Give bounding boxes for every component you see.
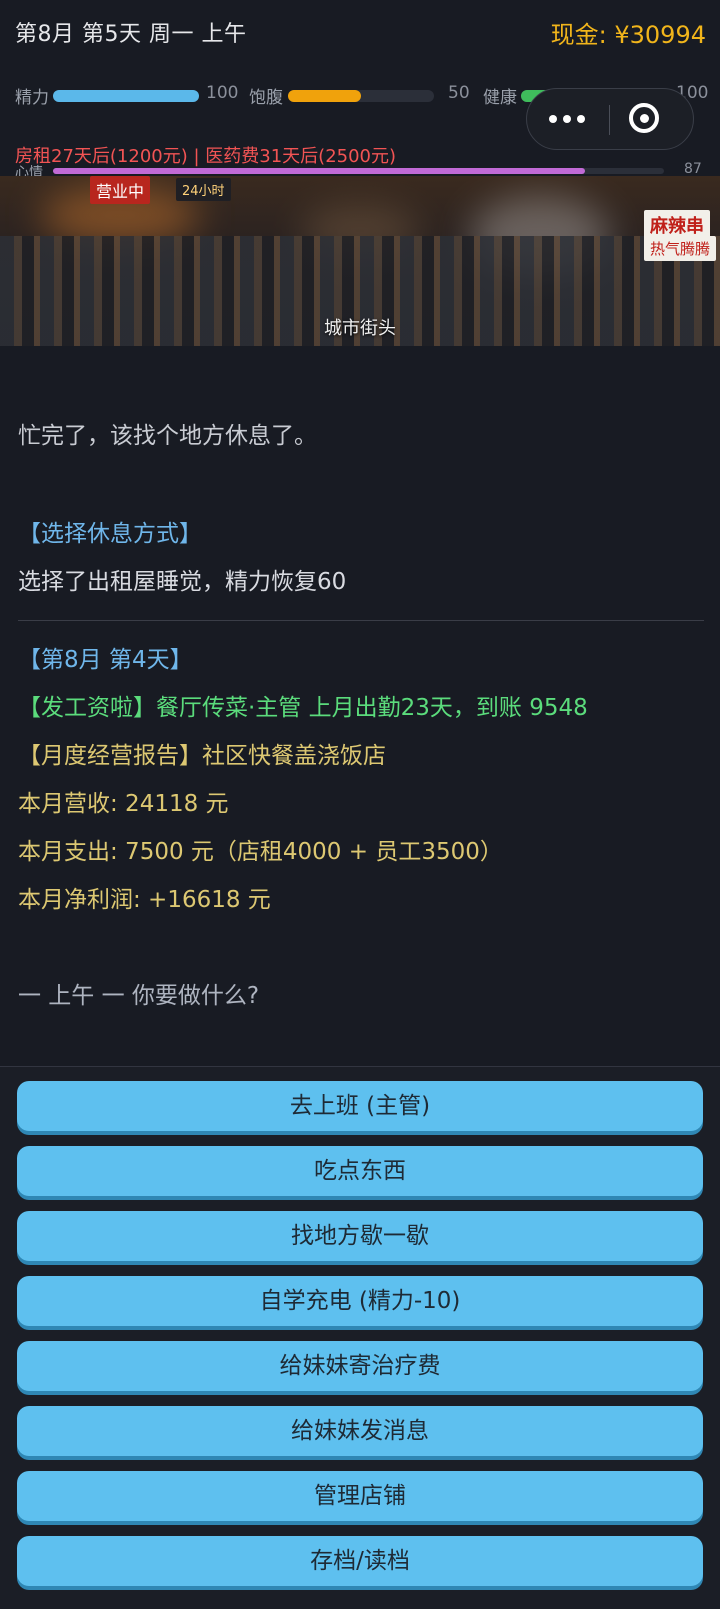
story-line: 【发工资啦】餐厅传菜·主管 上月出勤23天，到账 9548	[18, 695, 588, 721]
choice-go-to-work-button[interactable]: 去上班 (主管)	[17, 1081, 703, 1131]
choice-save-load-button[interactable]: 存档/读档	[17, 1536, 703, 1586]
bill-warning: 房租27天后(1200元) | 医药费31天后(2500元)	[15, 146, 397, 167]
scene-image: 营业中 24小时 麻辣串 热气腾腾 城市街头	[0, 176, 720, 346]
satiety-bar-fill	[288, 90, 361, 102]
satiety-bar	[288, 90, 434, 102]
story-line: 一 上午 一 你要做什么?	[18, 983, 260, 1009]
energy-value: 100	[206, 83, 239, 103]
cash-display: 现金: ¥30994	[550, 21, 706, 49]
story-line: 本月净利润: +16618 元	[18, 887, 271, 913]
story-line: 本月营收: 24118 元	[18, 791, 229, 817]
mood-value: 87	[684, 161, 702, 177]
choice-message-sister-button[interactable]: 给妹妹发消息	[17, 1406, 703, 1456]
story-line: 【月度经营报告】社区快餐盖浇饭店	[18, 743, 386, 769]
more-icon[interactable]	[549, 111, 589, 127]
satiety-label: 饱腹	[249, 88, 283, 108]
mood-row: 心情 87	[0, 161, 720, 181]
energy-bar-fill	[53, 90, 199, 102]
story-line: 本月支出: 7500 元（店租4000 + 员工3500）	[18, 839, 503, 865]
energy-label: 精力	[15, 88, 49, 108]
shop-sign-24h: 24小时	[176, 178, 231, 201]
choice-send-medical-fee-button[interactable]: 给妹妹寄治疗费	[17, 1341, 703, 1391]
status-panel: 第8月 第5天 周一 上午 现金: ¥30994 精力 100 饱腹 50 健康…	[0, 0, 720, 181]
choice-eat-button[interactable]: 吃点东西	[17, 1146, 703, 1196]
mood-bar	[53, 168, 664, 174]
story-line: 【第8月 第4天】	[18, 647, 193, 673]
choice-panel: 去上班 (主管) 吃点东西 找地方歇一歇 自学充电 (精力-10) 给妹妹寄治疗…	[0, 1066, 720, 1609]
date-display: 第8月 第5天 周一 上午	[15, 22, 247, 47]
capsule-divider	[609, 105, 610, 135]
story-line: 选择了出租屋睡觉，精力恢复60	[18, 569, 347, 595]
shop-sign-steam: 热气腾腾	[644, 236, 717, 261]
story-divider	[18, 620, 704, 621]
choice-rest-button[interactable]: 找地方歇一歇	[17, 1211, 703, 1261]
miniprogram-capsule	[526, 88, 694, 150]
story-line: 忙完了，该找个地方休息了。	[18, 423, 317, 449]
health-label: 健康	[483, 88, 517, 108]
energy-bar	[53, 90, 199, 102]
story-line: 【选择休息方式】	[18, 521, 202, 547]
satiety-value: 50	[448, 83, 470, 103]
mood-bar-fill	[53, 168, 585, 174]
close-target-icon[interactable]	[629, 103, 659, 133]
scene-caption: 城市街头	[324, 318, 396, 339]
choice-self-study-button[interactable]: 自学充电 (精力-10)	[17, 1276, 703, 1326]
shop-sign-open: 营业中	[90, 176, 151, 204]
choice-manage-shop-button[interactable]: 管理店铺	[17, 1471, 703, 1521]
